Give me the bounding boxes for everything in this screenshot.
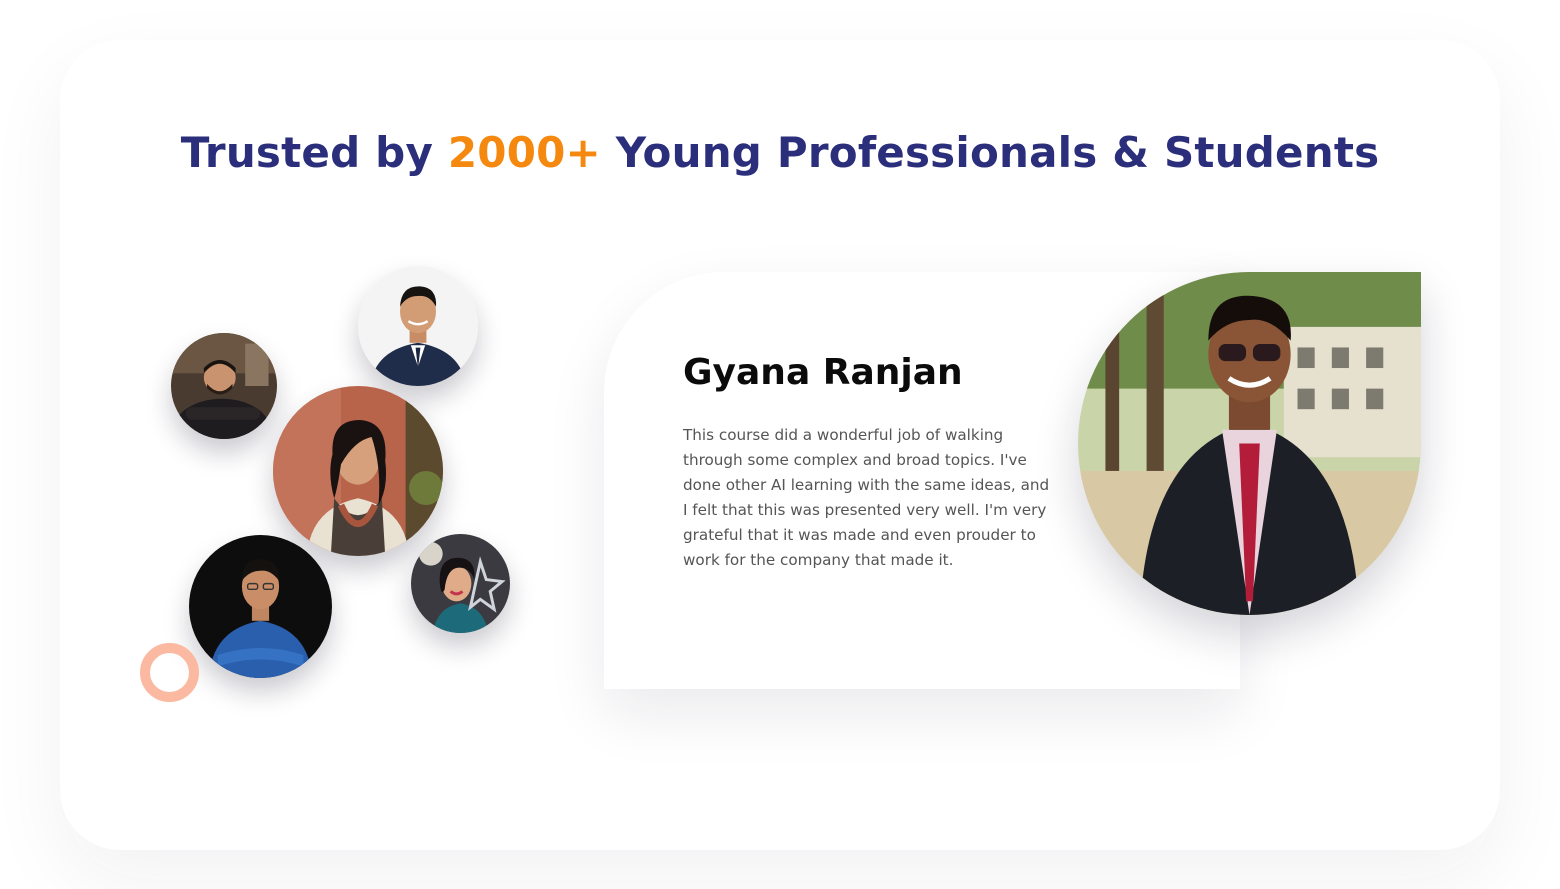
- student-avatar-2[interactable]: [358, 266, 478, 386]
- person-photo-icon: [358, 266, 478, 386]
- section-heading: Trusted by 2000+ Young Professionals & S…: [0, 128, 1560, 177]
- heading-suffix: Young Professionals & Students: [615, 128, 1380, 177]
- student-avatar-3[interactable]: [273, 386, 443, 556]
- testimonials-section: Trusted by 2000+ Young Professionals & S…: [0, 0, 1560, 889]
- person-photo-icon: [273, 386, 443, 556]
- heading-highlight: 2000+: [447, 128, 601, 177]
- person-photo-icon: [189, 535, 332, 678]
- testimonial-name: Gyana Ranjan: [683, 352, 963, 393]
- person-photo-icon: [411, 534, 510, 633]
- heading-prefix: Trusted by: [180, 128, 434, 177]
- testimonial-portrait: [1078, 272, 1421, 615]
- student-avatar-5[interactable]: [411, 534, 510, 633]
- person-photo-icon: [171, 333, 277, 439]
- student-avatar-1[interactable]: [171, 333, 277, 439]
- testimonial-quote: This course did a wonderful job of walki…: [683, 426, 1050, 569]
- student-avatar-4[interactable]: [189, 535, 332, 678]
- decorative-ring: [140, 643, 199, 702]
- person-photo-icon: [1078, 272, 1421, 615]
